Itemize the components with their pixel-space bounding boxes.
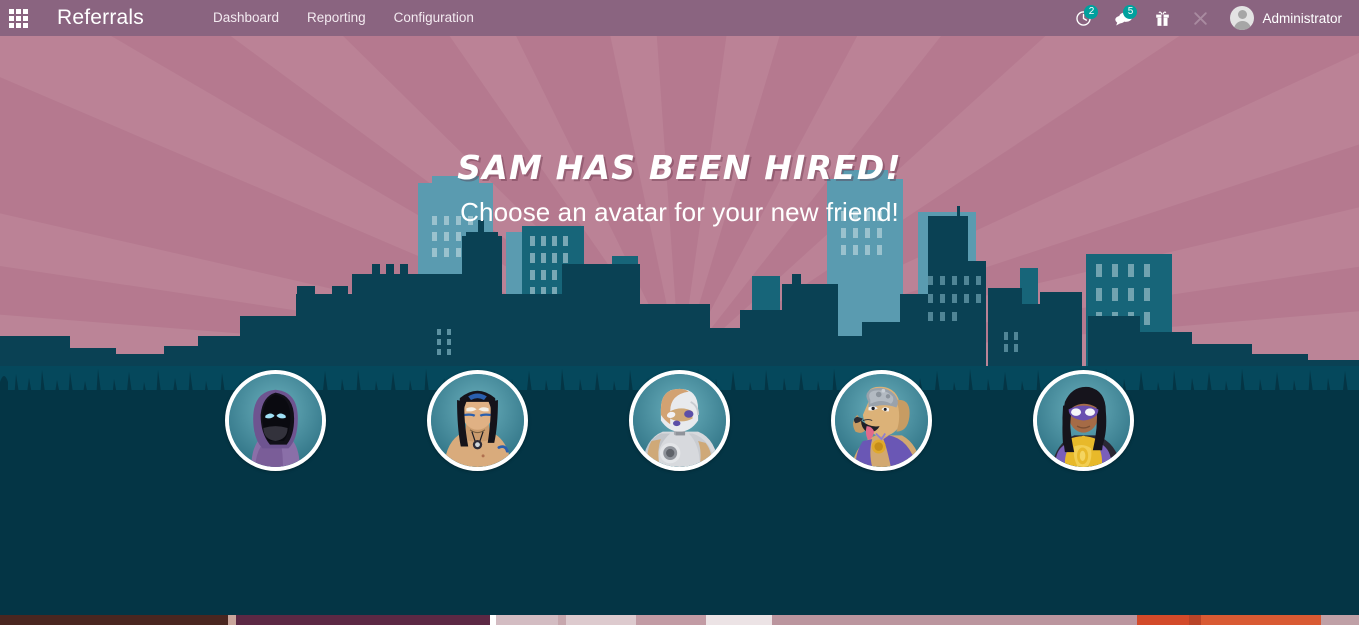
taskbar-segment <box>1189 615 1201 625</box>
avatar-option-hooded-ninja[interactable] <box>225 370 326 471</box>
apps-grid-icon[interactable] <box>0 0 36 36</box>
avatar-option-robot[interactable] <box>629 370 730 471</box>
messages-count-badge: 5 <box>1123 5 1138 19</box>
main-menu: Dashboard Reporting Configuration <box>199 0 488 36</box>
avatar-option-superheroine[interactable] <box>1033 370 1134 471</box>
taskbar-segment <box>636 615 706 625</box>
taskbar-segment <box>1201 615 1321 625</box>
superheroine-illustration <box>1037 374 1130 467</box>
gift-icon <box>1156 11 1170 26</box>
user-menu[interactable]: Administrator <box>1220 0 1350 36</box>
taskbar-segment <box>566 615 636 625</box>
top-navbar: Referrals Dashboard Reporting Configurat… <box>0 0 1359 36</box>
dog-hero-illustration <box>835 374 928 467</box>
taskbar-segment <box>772 615 1137 625</box>
taskbar-segment <box>1321 615 1359 625</box>
robot-illustration <box>633 374 726 467</box>
messages-menu-button[interactable]: 5 <box>1103 0 1144 36</box>
bottom-taskbar-strip <box>0 615 1359 625</box>
systray: 2 5 Administrator <box>1064 0 1359 36</box>
taskbar-segment <box>228 615 236 625</box>
app-brand-title[interactable]: Referrals <box>57 6 144 30</box>
avatar-option-dog-hero[interactable] <box>831 370 932 471</box>
crossed-tools-icon <box>1194 11 1208 25</box>
user-avatar-icon <box>1230 6 1255 30</box>
taskbar-segment <box>0 615 228 625</box>
warrior-illustration <box>431 374 524 467</box>
menu-dashboard[interactable]: Dashboard <box>199 0 293 36</box>
taskbar-segment <box>236 615 490 625</box>
taskbar-segment <box>558 615 566 625</box>
activities-count-badge: 2 <box>1084 5 1099 19</box>
gift-button[interactable] <box>1144 0 1181 36</box>
taskbar-segment <box>496 615 558 625</box>
avatar-选择-row <box>0 370 1359 471</box>
taskbar-segment <box>1137 615 1189 625</box>
activities-menu-button[interactable]: 2 <box>1064 0 1103 36</box>
avatar-option-warrior[interactable] <box>427 370 528 471</box>
menu-configuration[interactable]: Configuration <box>380 0 488 36</box>
hooded-ninja-illustration <box>229 374 322 467</box>
menu-reporting[interactable]: Reporting <box>293 0 380 36</box>
taskbar-segment <box>706 615 772 625</box>
city-skyline <box>0 170 1359 368</box>
user-name-label: Administrator <box>1262 10 1342 26</box>
tools-button[interactable] <box>1181 0 1220 36</box>
referrals-page: Referrals Dashboard Reporting Configurat… <box>0 0 1359 625</box>
